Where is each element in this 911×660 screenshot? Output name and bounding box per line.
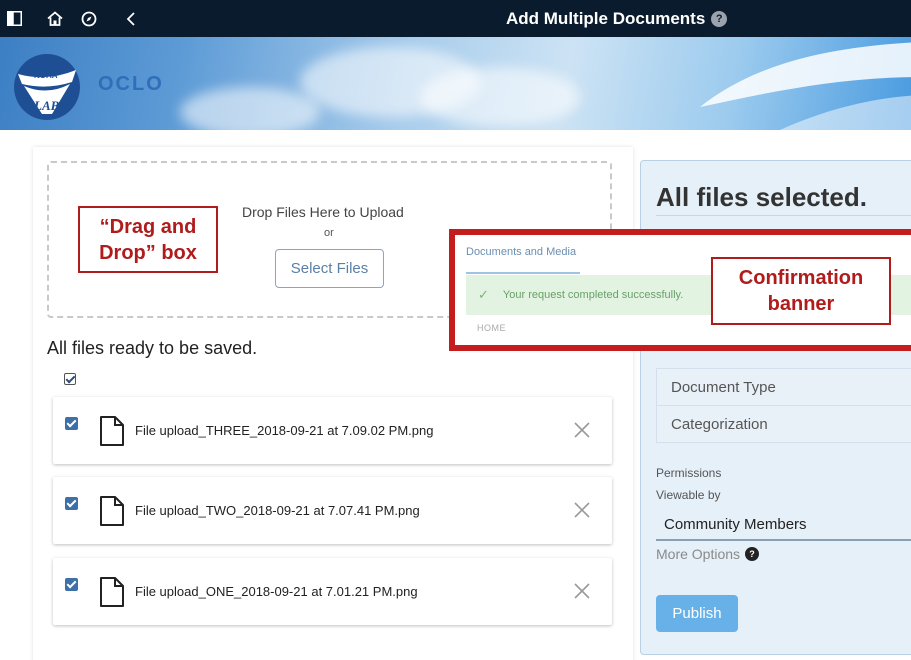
wave-decoration (700, 42, 911, 130)
page-title-text: Add Multiple Documents (506, 8, 706, 28)
svg-text:LAB: LAB (33, 98, 60, 113)
confirmation-tab-underline (466, 272, 580, 274)
svg-text:NOAA: NOAA (34, 71, 58, 80)
compass-icon[interactable] (80, 0, 98, 37)
app-topbar: Add Multiple Documents ? (0, 0, 911, 37)
site-header-banner: NOAA LAB OCLO (0, 37, 911, 130)
noaa-lab-logo: NOAA LAB (14, 54, 80, 120)
home-icon[interactable] (46, 0, 64, 37)
checkmark-icon: ✓ (478, 287, 489, 302)
select-all-checkbox[interactable] (64, 373, 76, 385)
file-checkbox[interactable] (65, 417, 78, 430)
help-icon[interactable]: ? (745, 547, 760, 561)
brand-name: OCLO (98, 73, 164, 95)
cloud-decoration (420, 67, 580, 127)
select-files-button[interactable]: Select Files (275, 249, 384, 288)
publish-button[interactable]: Publish (656, 595, 738, 632)
drop-zone-or: or (324, 227, 334, 239)
permissions-label: Permissions (656, 466, 722, 480)
drag-drop-callout-text: “Drag and Drop” box (99, 215, 197, 264)
document-icon (100, 577, 124, 607)
sidebar-toggle-icon[interactable] (6, 0, 22, 37)
file-row: File upload_TWO_2018-09-21 at 7.07.41 PM… (53, 477, 612, 544)
more-options-text: More Options (656, 546, 741, 562)
breadcrumb-home[interactable]: HOME (477, 323, 506, 333)
file-name: File upload_THREE_2018-09-21 at 7.09.02 … (135, 423, 434, 438)
confirmation-callout: Confirmation banner (711, 257, 891, 325)
file-name: File upload_ONE_2018-09-21 at 7.01.21 PM… (135, 584, 418, 599)
document-icon (100, 416, 124, 446)
file-name: File upload_TWO_2018-09-21 at 7.07.41 PM… (135, 503, 420, 518)
confirmation-header: Documents and Media (466, 246, 577, 258)
viewable-by-select[interactable]: Community Members (656, 509, 911, 541)
help-icon[interactable]: ? (711, 10, 728, 27)
viewable-by-label: Viewable by (656, 488, 721, 502)
close-icon[interactable] (571, 419, 593, 441)
back-chevron-icon[interactable] (124, 0, 138, 37)
close-icon[interactable] (571, 499, 593, 521)
panel-divider (656, 215, 911, 216)
confirmation-callout-text: Confirmation banner (738, 267, 864, 315)
document-type-field[interactable]: Document Type (656, 368, 911, 406)
more-options-link[interactable]: More Options ? (656, 546, 760, 562)
file-checkbox[interactable] (65, 578, 78, 591)
drop-zone-label: Drop Files Here to Upload (242, 204, 404, 220)
categorization-field[interactable]: Categorization (656, 405, 911, 443)
file-row: File upload_ONE_2018-09-21 at 7.01.21 PM… (53, 558, 612, 625)
close-icon[interactable] (571, 580, 593, 602)
panel-title: All files selected. (656, 182, 867, 212)
success-message: Your request completed successfully. (502, 289, 684, 301)
files-ready-label: All files ready to be saved. (47, 338, 258, 358)
cloud-decoration (180, 87, 320, 130)
file-checkbox[interactable] (65, 497, 78, 510)
drag-drop-callout: “Drag and Drop” box (78, 206, 218, 273)
document-icon (100, 496, 124, 526)
page-title: Add Multiple Documents ? (506, 0, 728, 37)
file-row: File upload_THREE_2018-09-21 at 7.09.02 … (53, 397, 612, 464)
